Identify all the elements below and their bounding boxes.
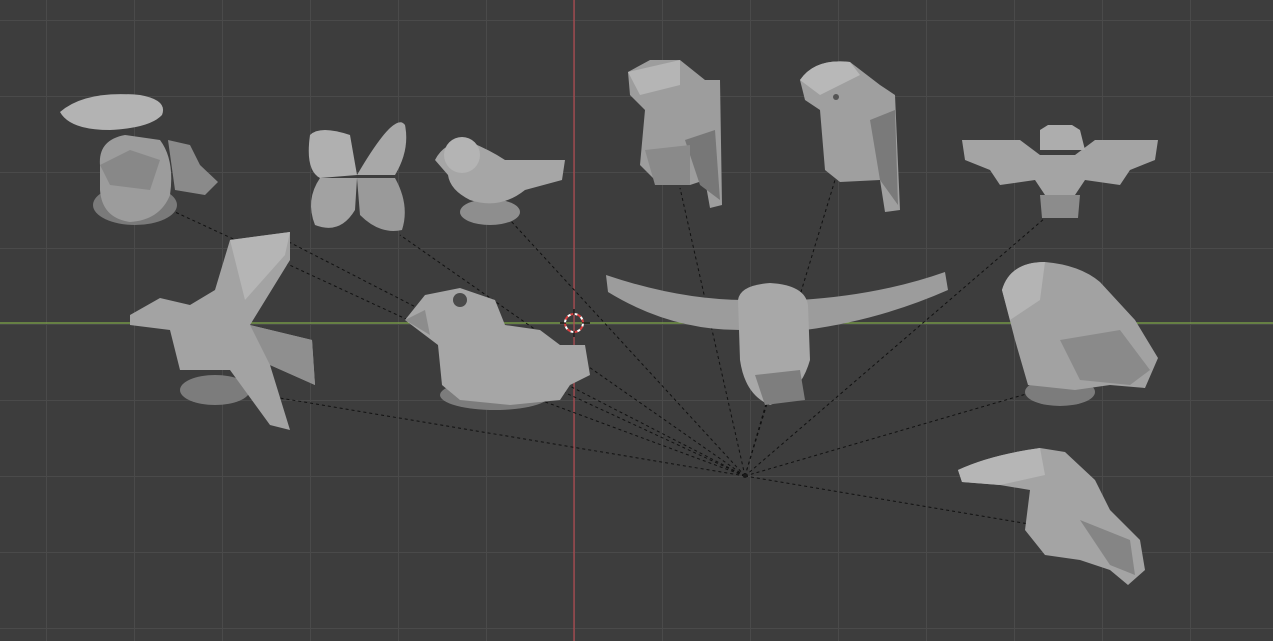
object-parrot-2[interactable] xyxy=(800,61,900,212)
object-crow[interactable] xyxy=(1002,262,1158,406)
object-dove-flying[interactable] xyxy=(130,232,315,430)
object-chick[interactable] xyxy=(405,288,590,410)
object-toucan[interactable] xyxy=(958,448,1145,585)
object-bird-pelican[interactable] xyxy=(60,94,218,225)
viewport-canvas xyxy=(0,0,1273,641)
parent-empty[interactable] xyxy=(743,474,747,478)
object-bat[interactable] xyxy=(962,125,1158,218)
3d-viewport[interactable] xyxy=(0,0,1273,641)
object-sparrow[interactable] xyxy=(435,137,565,225)
object-parrot-1[interactable] xyxy=(628,60,722,208)
object-butterfly[interactable] xyxy=(308,122,407,231)
object-owl-spread[interactable] xyxy=(606,272,948,405)
